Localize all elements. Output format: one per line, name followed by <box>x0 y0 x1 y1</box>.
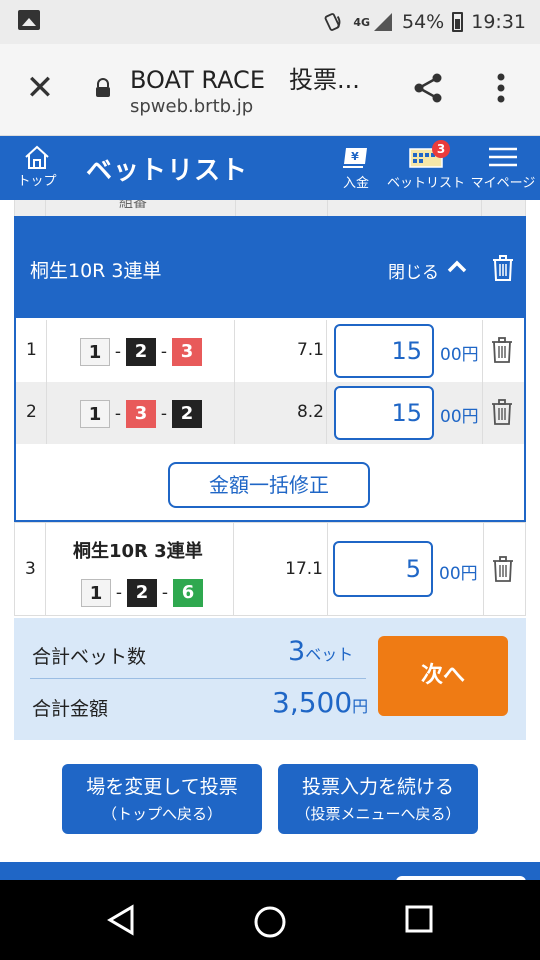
continue-voting-label: 投票入力を続ける <box>301 776 454 798</box>
race-bet-group: 桐生10R 3連単 閉じる 1 1 - 2 - 3 7.1 15 00円 2 1… <box>14 216 526 522</box>
nav-mypage[interactable]: マイページ <box>468 142 538 191</box>
amount-unit: 00円 <box>440 407 479 427</box>
table-header-row: 組番 <box>14 200 526 216</box>
nav-deposit-label: 入金 <box>342 176 369 191</box>
column-header-combination: 組番 <box>119 200 147 211</box>
race-name: 桐生10R 3連単 <box>73 541 203 562</box>
page-footer-bar <box>0 862 540 886</box>
deposit-icon: ¥ <box>343 148 367 168</box>
nav-deposit[interactable]: ¥ 入金 <box>334 142 378 191</box>
bulk-edit-amount-button[interactable]: 金額一括修正 <box>168 462 370 508</box>
amount-unit: 00円 <box>439 564 478 584</box>
next-button[interactable]: 次へ <box>378 636 508 716</box>
odds: 8.2 <box>296 402 324 422</box>
boat-1st: 1 <box>81 579 111 607</box>
boat-1st: 1 <box>80 400 110 428</box>
total-bet-count: 3ベット <box>288 636 354 667</box>
continue-voting-sublabel: （投票メニューへ戻る） <box>295 805 461 823</box>
nav-betlist-label: ベットリスト <box>386 176 465 191</box>
boat-1st: 1 <box>80 338 110 366</box>
screen-title: ベットリスト <box>86 156 249 186</box>
change-venue-button[interactable]: 場を変更して投票 （トップへ戻る） <box>62 764 262 834</box>
nfc-wifi-calling-icon <box>324 13 341 31</box>
bet-row: 1 1 - 2 - 3 7.1 15 00円 <box>16 320 524 382</box>
share-icon[interactable] <box>410 70 446 106</box>
svg-text:¥: ¥ <box>351 150 359 163</box>
race-group-header: 桐生10R 3連単 閉じる <box>16 218 524 318</box>
more-options-icon[interactable] <box>486 70 516 106</box>
bet-row: 2 1 - 3 - 2 8.2 15 00円 <box>16 382 524 444</box>
delete-bet-trash-icon[interactable] <box>491 555 515 583</box>
bet-number: 2 <box>26 402 37 422</box>
boat-3rd: 2 <box>172 400 202 428</box>
odds: 17.1 <box>285 559 323 579</box>
page-title: BOAT RACE 投票... <box>130 66 360 94</box>
back-icon[interactable] <box>106 904 136 936</box>
boat-2nd: 2 <box>127 579 157 607</box>
chevron-up-icon[interactable] <box>446 256 468 278</box>
bet-number: 3 <box>25 559 36 579</box>
boat-3rd: 3 <box>172 338 202 366</box>
nav-mypage-label: マイページ <box>470 176 536 191</box>
system-navigation-bar <box>0 880 540 960</box>
change-venue-sublabel: （トップへ戻る） <box>101 805 222 823</box>
total-amount: 3,500円 <box>272 686 369 719</box>
browser-toolbar: ✕ BOAT RACE 投票... spweb.brtb.jp <box>0 44 540 136</box>
bet-number: 1 <box>26 340 37 360</box>
hamburger-menu-icon <box>489 147 517 167</box>
boat-2nd: 3 <box>126 400 156 428</box>
status-bar: 4G 54% 19:31 <box>0 0 540 44</box>
lock-icon <box>96 78 110 97</box>
delete-group-trash-icon[interactable] <box>490 254 516 282</box>
gallery-notification-icon <box>18 10 40 30</box>
home-nav-icon[interactable] <box>252 904 288 940</box>
boat-combination: 1 - 2 - 3 <box>80 338 202 366</box>
race-name: 桐生10R 3連単 <box>30 260 162 282</box>
delete-bet-trash-icon[interactable] <box>490 336 514 364</box>
nav-home-label: トップ <box>17 174 57 189</box>
network-type: 4G <box>353 15 370 29</box>
odds: 7.1 <box>296 340 324 360</box>
betlist-count-badge: 3 <box>432 140 450 158</box>
nav-home[interactable]: トップ <box>12 144 62 189</box>
bet-amount-input[interactable]: 15 <box>334 324 434 378</box>
collapse-button[interactable]: 閉じる <box>388 258 439 283</box>
boat-3rd: 6 <box>173 579 203 607</box>
battery-percent: 54% <box>402 11 445 33</box>
amount-unit: 00円 <box>440 345 479 365</box>
nav-betlist[interactable]: 3 ベットリスト <box>386 140 466 191</box>
recents-icon[interactable] <box>404 904 434 934</box>
home-icon <box>25 145 49 169</box>
delete-bet-trash-icon[interactable] <box>490 398 514 426</box>
bet-row: 3 桐生10R 3連単 1 - 2 - 6 17.1 5 00円 <box>14 522 526 616</box>
app-header: トップ ベットリスト ¥ 入金 3 ベットリスト マイページ <box>0 136 540 200</box>
bet-list-content[interactable]: 組番 桐生10R 3連単 閉じる 1 1 - 2 - 3 7.1 15 00円 … <box>0 200 540 860</box>
bet-amount-input[interactable]: 5 <box>333 541 433 597</box>
total-bet-count-label: 合計ベット数 <box>32 646 147 668</box>
close-icon[interactable]: ✕ <box>24 71 56 105</box>
boat-combination: 1 - 2 - 6 <box>81 579 203 607</box>
change-venue-label: 場を変更して投票 <box>86 776 238 798</box>
total-amount-label: 合計金額 <box>32 698 109 720</box>
boat-combination: 1 - 3 - 2 <box>80 400 202 428</box>
bet-amount-input[interactable]: 15 <box>334 386 434 440</box>
bet-summary: 合計ベット数 3ベット 合計金額 3,500円 次へ <box>14 618 526 740</box>
battery-icon <box>452 12 464 32</box>
boat-2nd: 2 <box>126 338 156 366</box>
continue-voting-button[interactable]: 投票入力を続ける （投票メニューへ戻る） <box>278 764 478 834</box>
signal-icon <box>374 13 392 31</box>
page-url: spweb.brtb.jp <box>130 96 254 117</box>
clock: 19:31 <box>471 11 526 33</box>
